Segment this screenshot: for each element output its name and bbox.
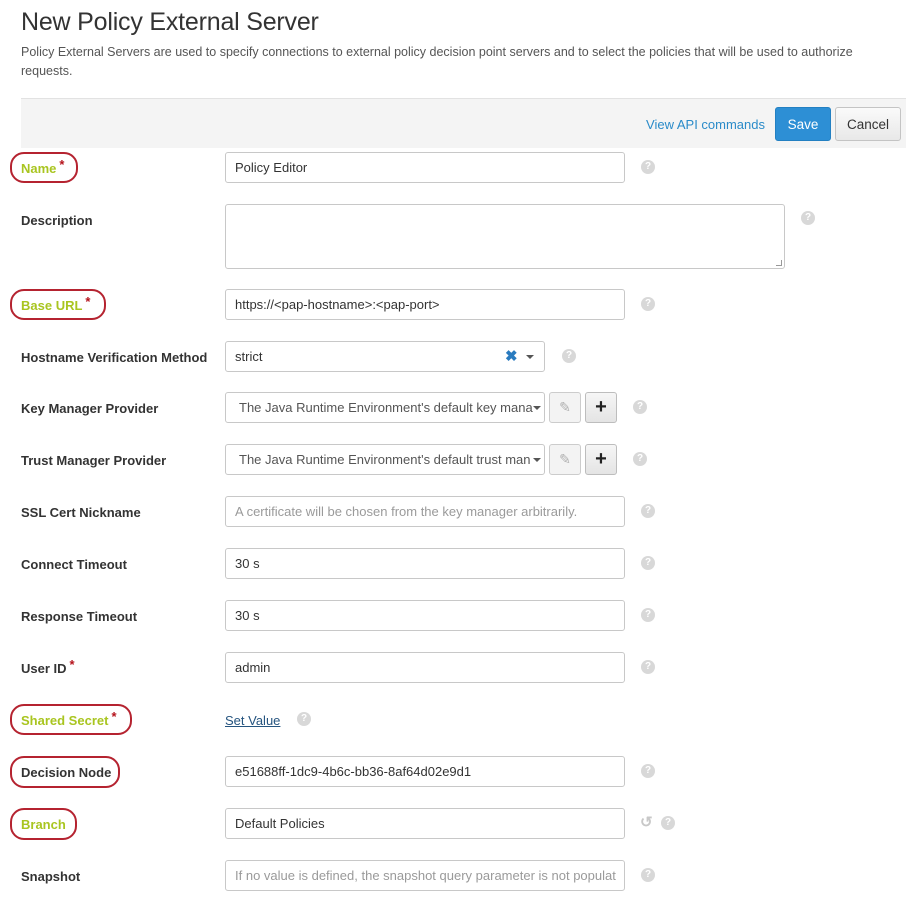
- trust-manager-select[interactable]: The Java Runtime Environment's default t…: [225, 444, 545, 475]
- name-label-text: Name: [21, 161, 57, 176]
- decision-node-input[interactable]: e51688ff-1dc9-4b6c-bb36-8af64d02e9d1: [225, 756, 625, 787]
- set-value-link[interactable]: Set Value: [225, 713, 280, 728]
- field-row-ssl-cert-nickname: SSL Cert Nickname A certificate will be …: [0, 496, 918, 536]
- field-row-connect-timeout: Connect Timeout 30 s ?: [0, 548, 918, 588]
- view-api-commands-link[interactable]: View API commands: [646, 117, 765, 132]
- help-icon[interactable]: ?: [641, 608, 655, 622]
- chevron-down-icon[interactable]: [526, 355, 534, 359]
- user-id-input[interactable]: admin: [225, 652, 625, 683]
- edit-key-manager-button[interactable]: ✎: [549, 392, 581, 423]
- field-row-description: Description ?: [0, 204, 918, 270]
- revert-icon[interactable]: ↺: [640, 813, 653, 831]
- help-icon[interactable]: ?: [641, 160, 655, 174]
- decision-node-label: Decision Node: [21, 765, 112, 780]
- field-row-shared-secret: Shared Secret * Set Value ?: [0, 704, 918, 744]
- action-toolbar: View API commands Save Cancel: [21, 98, 906, 148]
- key-manager-value: The Java Runtime Environment's default k…: [239, 400, 533, 415]
- required-star-icon: *: [111, 709, 117, 724]
- field-row-decision-node: Decision Node e51688ff-1dc9-4b6c-bb36-8a…: [0, 756, 918, 796]
- trust-manager-value: The Java Runtime Environment's default t…: [239, 452, 531, 467]
- pencil-icon: ✎: [559, 451, 571, 467]
- field-row-trust-manager: Trust Manager Provider The Java Runtime …: [0, 444, 918, 484]
- edit-trust-manager-button[interactable]: ✎: [549, 444, 581, 475]
- name-input[interactable]: Policy Editor: [225, 152, 625, 183]
- key-manager-select[interactable]: The Java Runtime Environment's default k…: [225, 392, 545, 423]
- plus-icon: +: [595, 396, 607, 418]
- help-icon[interactable]: ?: [297, 712, 311, 726]
- snapshot-input[interactable]: If no value is defined, the snapshot que…: [225, 860, 625, 891]
- name-label: Name *: [21, 157, 64, 176]
- help-icon[interactable]: ?: [633, 452, 647, 466]
- ssl-cert-nickname-label: SSL Cert Nickname: [21, 505, 141, 520]
- help-icon[interactable]: ?: [641, 660, 655, 674]
- add-key-manager-button[interactable]: +: [585, 392, 617, 423]
- help-icon[interactable]: ?: [641, 504, 655, 518]
- ssl-cert-nickname-input[interactable]: A certificate will be chosen from the ke…: [225, 496, 625, 527]
- field-row-snapshot: Snapshot If no value is defined, the sna…: [0, 860, 918, 900]
- field-row-name: Name * Policy Editor ?: [0, 152, 918, 192]
- user-id-label: User ID *: [21, 657, 75, 676]
- user-id-label-text: User ID: [21, 661, 67, 676]
- save-button[interactable]: Save: [775, 107, 831, 141]
- pencil-icon: ✎: [559, 399, 571, 415]
- branch-label: Branch: [21, 817, 66, 832]
- cancel-button[interactable]: Cancel: [835, 107, 901, 141]
- add-trust-manager-button[interactable]: +: [585, 444, 617, 475]
- field-row-base-url: Base URL * https://<pap-hostname>:<pap-po…: [0, 289, 918, 329]
- field-row-key-manager: Key Manager Provider The Java Runtime En…: [0, 392, 918, 432]
- help-icon[interactable]: ?: [801, 211, 815, 225]
- base-url-label-text: Base URL: [21, 298, 83, 313]
- clear-selection-icon[interactable]: ✖: [505, 349, 518, 364]
- required-star-icon: *: [85, 294, 91, 309]
- required-star-icon: *: [69, 657, 75, 672]
- connect-timeout-input[interactable]: 30 s: [225, 548, 625, 579]
- base-url-label: Base URL *: [21, 294, 90, 313]
- plus-icon: +: [595, 448, 607, 470]
- field-row-branch: Branch Default Policies ↺ ?: [0, 808, 918, 848]
- hostname-verification-value: strict: [235, 349, 263, 364]
- required-star-icon: *: [59, 157, 65, 172]
- field-row-hostname-verification: Hostname Verification Method strict ✖ ?: [0, 341, 918, 381]
- chevron-down-icon[interactable]: [533, 458, 541, 462]
- help-icon[interactable]: ?: [661, 816, 675, 830]
- help-icon[interactable]: ?: [633, 400, 647, 414]
- connect-timeout-label: Connect Timeout: [21, 557, 127, 572]
- description-label: Description: [21, 213, 93, 228]
- response-timeout-label: Response Timeout: [21, 609, 138, 624]
- description-textarea[interactable]: [225, 204, 785, 269]
- help-icon[interactable]: ?: [641, 764, 655, 778]
- base-url-input[interactable]: https://<pap-hostname>:<pap-port>: [225, 289, 625, 320]
- resize-grip-icon[interactable]: [776, 260, 782, 266]
- hostname-verification-label: Hostname Verification Method: [21, 350, 208, 365]
- hostname-verification-select[interactable]: strict: [225, 341, 545, 372]
- page-description: Policy External Servers are used to spec…: [21, 45, 853, 78]
- field-row-response-timeout: Response Timeout 30 s ?: [0, 600, 918, 640]
- help-icon[interactable]: ?: [641, 868, 655, 882]
- chevron-down-icon[interactable]: [533, 406, 541, 410]
- field-row-user-id: User ID * admin ?: [0, 652, 918, 692]
- key-manager-label: Key Manager Provider: [21, 401, 159, 416]
- trust-manager-label: Trust Manager Provider: [21, 453, 167, 468]
- shared-secret-label-text: Shared Secret: [21, 713, 109, 728]
- response-timeout-input[interactable]: 30 s: [225, 600, 625, 631]
- page-title: New Policy External Server: [21, 8, 319, 36]
- help-icon[interactable]: ?: [562, 349, 576, 363]
- shared-secret-label: Shared Secret *: [21, 709, 117, 728]
- help-icon[interactable]: ?: [641, 297, 655, 311]
- help-icon[interactable]: ?: [641, 556, 655, 570]
- branch-input[interactable]: Default Policies: [225, 808, 625, 839]
- snapshot-label: Snapshot: [21, 869, 81, 884]
